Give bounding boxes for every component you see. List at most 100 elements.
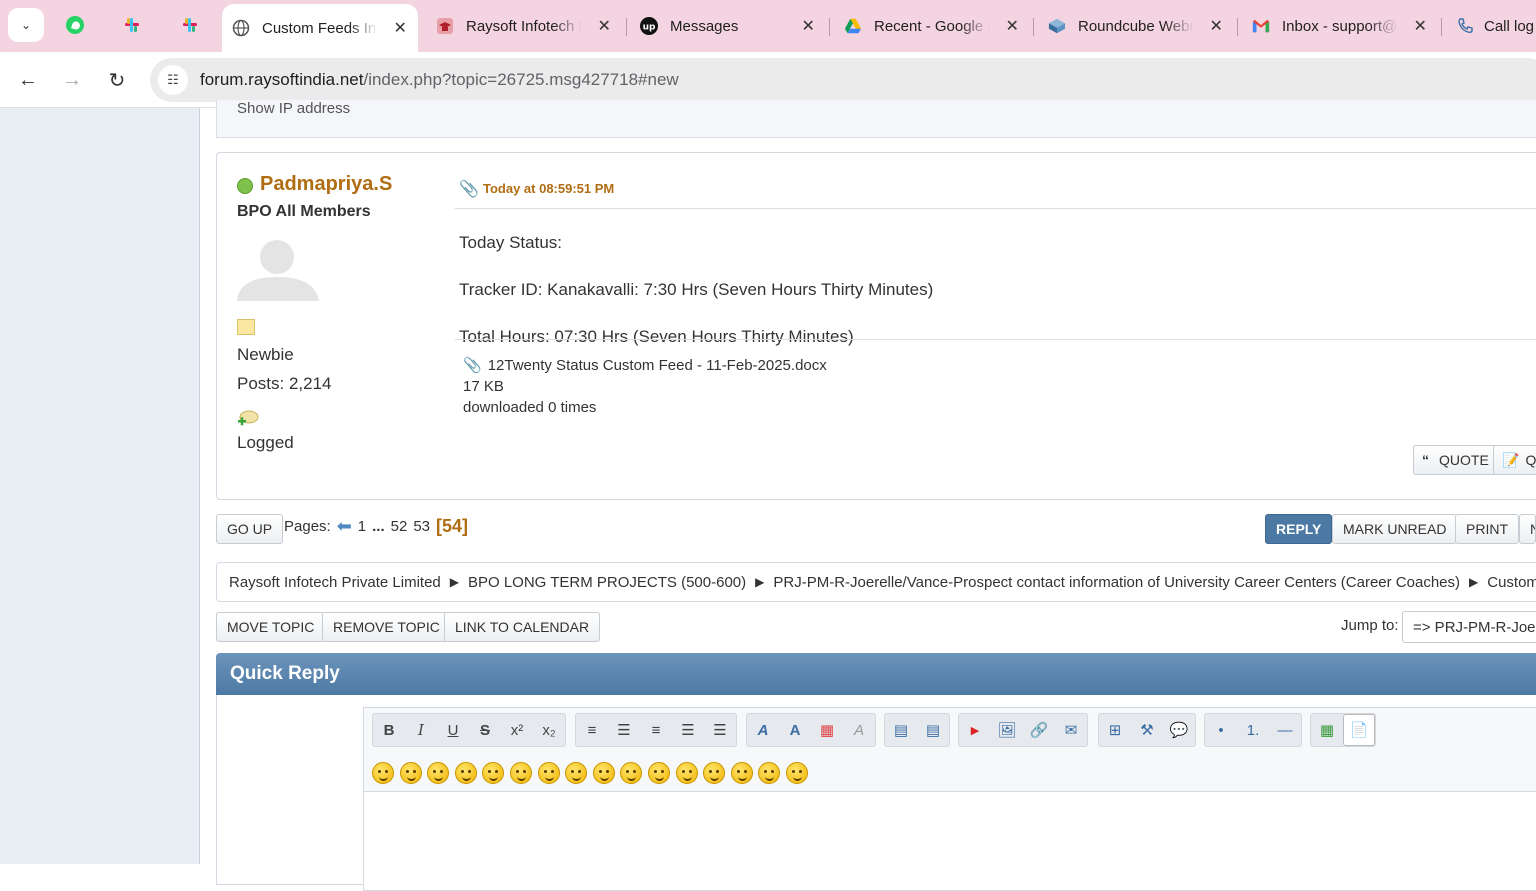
float-left-button[interactable]: ▤ xyxy=(885,714,917,746)
triangle-right-icon: ▶ xyxy=(755,575,765,589)
close-icon[interactable]: ✕ xyxy=(392,18,408,38)
jump-to-select[interactable]: => PRJ-PM-R-Joerelle xyxy=(1402,611,1536,643)
smiley-icon[interactable] xyxy=(565,762,588,784)
align-left-button[interactable]: ☰ xyxy=(608,714,640,746)
justify-button[interactable]: ☰ xyxy=(704,714,736,746)
pinned-tab-whatsapp[interactable] xyxy=(60,10,90,40)
tab-custom-feeds[interactable]: Custom Feeds Ind ✕ xyxy=(222,4,418,52)
bold-button[interactable]: B xyxy=(373,714,405,746)
remove-format-button[interactable]: A xyxy=(843,714,875,746)
remove-topic-button[interactable]: REMOVE TOPIC xyxy=(322,612,451,642)
ordered-list-button[interactable]: 1. xyxy=(1237,714,1269,746)
smiley-icon[interactable] xyxy=(647,762,670,784)
quick-reply-panel: B I U S x² x₂ ≡ ☰ ≡ ☰ ☰ A A ▦ A ▤ ▤ ▶ 🖼 … xyxy=(216,695,1536,891)
go-up-button[interactable]: GO UP xyxy=(216,514,284,544)
color-button[interactable]: ▦ xyxy=(811,714,843,746)
close-icon[interactable]: ✕ xyxy=(1412,16,1428,36)
breadcrumb-item[interactable]: Raysoft Infotech Private Limited xyxy=(229,574,441,591)
italic-button[interactable]: I xyxy=(405,714,437,746)
attachment-link[interactable]: 12Twenty Status Custom Feed - 11-Feb-202… xyxy=(488,355,827,376)
jump-to-value: => PRJ-PM-R-Joerelle xyxy=(1413,618,1536,636)
page-link-53[interactable]: 53 xyxy=(413,518,430,535)
image-button[interactable]: 🖼 xyxy=(991,714,1023,746)
page-link-52[interactable]: 52 xyxy=(391,518,408,535)
close-icon[interactable]: ✕ xyxy=(596,16,612,36)
quick-edit-button[interactable]: 📝 Q xyxy=(1493,445,1536,475)
mark-unread-button[interactable]: MARK UNREAD xyxy=(1332,514,1458,544)
smiley-icon[interactable] xyxy=(427,762,450,784)
tab-messages[interactable]: up Messages ✕ xyxy=(630,6,826,46)
reply-button[interactable]: REPLY xyxy=(1265,514,1333,544)
pinned-tab-slack-2[interactable] xyxy=(175,10,205,40)
move-topic-button[interactable]: MOVE TOPIC xyxy=(216,612,326,642)
link-to-calendar-button[interactable]: LINK TO CALENDAR xyxy=(444,612,601,642)
breadcrumb-item[interactable]: PRJ-PM-R-Joerelle/Vance-Prospect contact… xyxy=(773,574,1460,591)
post-timestamp[interactable]: Today at 08:59:51 PM xyxy=(483,181,614,196)
triangle-right-icon: ▶ xyxy=(449,575,459,589)
tab-gmail-inbox[interactable]: Inbox - support@r ✕ xyxy=(1242,6,1438,46)
page-link-1[interactable]: 1 xyxy=(358,518,366,535)
strike-button[interactable]: S xyxy=(469,714,501,746)
tab-raysoft[interactable]: Raysoft Infotech P ✕ xyxy=(426,6,622,46)
smiley-icon[interactable] xyxy=(454,762,477,784)
bullet-list-button[interactable]: • xyxy=(1205,714,1237,746)
tune-icon: ☷ xyxy=(167,72,179,87)
smiley-icon[interactable] xyxy=(372,762,394,784)
close-icon[interactable]: ✕ xyxy=(800,16,816,36)
subscript-button[interactable]: x₂ xyxy=(533,714,565,746)
tab-roundcube[interactable]: Roundcube Webm ✕ xyxy=(1038,6,1234,46)
smiley-icon[interactable] xyxy=(537,762,560,784)
breadcrumb-item[interactable]: BPO LONG TERM PROJECTS (500-600) xyxy=(468,574,746,591)
font-size-button[interactable]: A xyxy=(779,714,811,746)
youtube-button[interactable]: ▶ xyxy=(959,714,991,746)
smiley-icon[interactable] xyxy=(785,762,808,784)
link-button[interactable]: 🔗 xyxy=(1023,714,1055,746)
breadcrumb-item[interactable]: Custom Feeds xyxy=(1487,574,1536,591)
table-button[interactable]: ⊞ xyxy=(1099,714,1131,746)
site-info-button[interactable]: ☷ xyxy=(158,65,188,95)
address-bar[interactable]: ☷ forum.raysoftindia.net/index.php?topic… xyxy=(150,58,1536,102)
align-center-button[interactable]: ≡ xyxy=(640,714,672,746)
pre-button[interactable]: ≡ xyxy=(576,714,608,746)
source-view-button[interactable]: 📄 xyxy=(1343,714,1375,746)
smiley-icon[interactable] xyxy=(399,762,422,784)
font-face-button[interactable]: A xyxy=(747,714,779,746)
close-icon[interactable]: ✕ xyxy=(1004,16,1020,36)
email-button[interactable]: ✉ xyxy=(1055,714,1087,746)
arrow-left-icon[interactable]: ⬅ xyxy=(337,516,352,537)
forward-button[interactable]: → xyxy=(56,64,88,96)
smiley-icon[interactable] xyxy=(758,762,781,784)
smiley-icon[interactable] xyxy=(703,762,726,784)
smiley-icon[interactable] xyxy=(620,762,643,784)
smiley-icon[interactable] xyxy=(509,762,532,784)
smiley-icon[interactable] xyxy=(482,762,505,784)
back-button[interactable]: ← xyxy=(12,64,44,96)
tab-search-button[interactable]: ⌄ xyxy=(8,8,44,42)
smiley-icon[interactable] xyxy=(592,762,615,784)
code-button[interactable]: ⚒ xyxy=(1131,714,1163,746)
quick-edit-label: Q xyxy=(1525,452,1536,468)
message-textarea[interactable] xyxy=(363,791,1536,891)
post-author[interactable]: Padmapriya.S xyxy=(260,173,392,196)
tab-call-log[interactable]: Call log xyxy=(1446,6,1536,46)
underline-button[interactable]: U xyxy=(437,714,469,746)
close-icon[interactable]: ✕ xyxy=(1208,16,1224,36)
print-button[interactable]: PRINT xyxy=(1455,514,1519,544)
pinned-tab-slack-1[interactable] xyxy=(117,10,147,40)
superscript-button[interactable]: x² xyxy=(501,714,533,746)
horizontal-rule-button[interactable]: ― xyxy=(1269,714,1301,746)
add-buddy-icon[interactable] xyxy=(237,409,259,427)
quick-reply-header[interactable]: Quick Reply xyxy=(216,653,1536,695)
smiley-icon[interactable] xyxy=(730,762,753,784)
show-ip-link[interactable]: Show IP address xyxy=(237,100,350,117)
next-topic-button[interactable]: N xyxy=(1519,514,1536,544)
tab-google-drive[interactable]: Recent - Google D ✕ xyxy=(834,6,1030,46)
page-ellipsis[interactable]: ... xyxy=(372,518,385,535)
toggle-mode-button[interactable]: ▦ xyxy=(1311,714,1343,746)
quote-insert-button[interactable]: 💬 xyxy=(1163,714,1195,746)
reload-button[interactable]: ↻ xyxy=(101,64,133,96)
align-right-button[interactable]: ☰ xyxy=(672,714,704,746)
quote-button[interactable]: “ QUOTE xyxy=(1413,445,1498,475)
float-right-button[interactable]: ▤ xyxy=(917,714,949,746)
smiley-icon[interactable] xyxy=(675,762,698,784)
